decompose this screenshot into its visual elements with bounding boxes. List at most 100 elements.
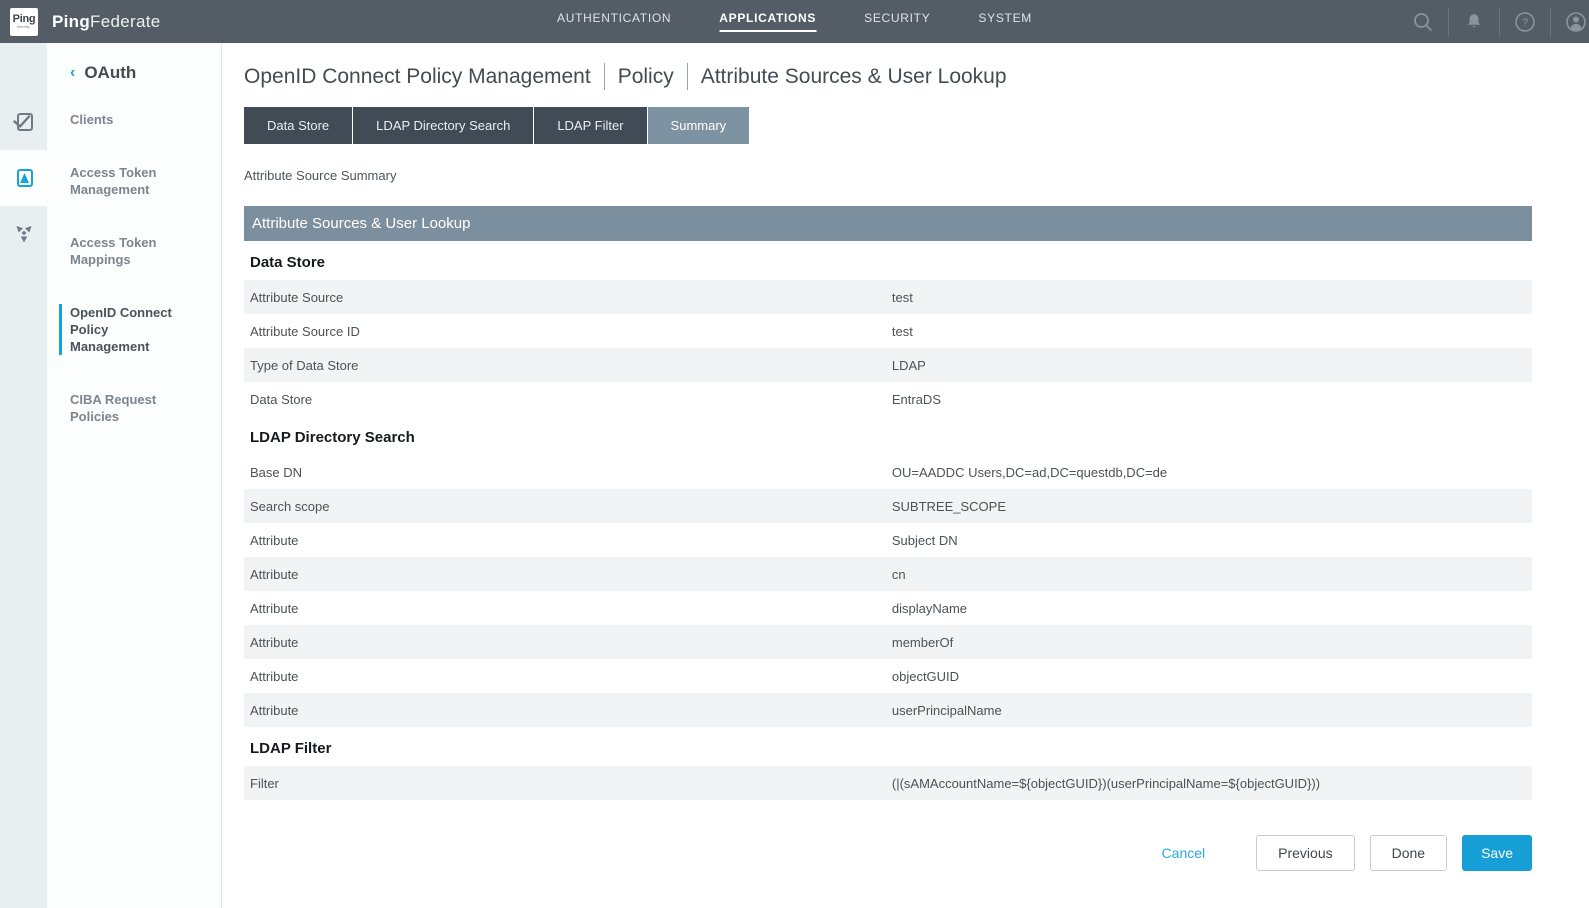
row-value: objectGUID [892, 669, 1532, 684]
sidebar-item-ciba-request-policies[interactable]: CIBA Request Policies [70, 391, 192, 425]
sidebar: ‹ OAuth Clients Access Token Management … [47, 43, 222, 908]
breadcrumb-policy: Policy [618, 65, 674, 89]
row-value: displayName [892, 601, 1532, 616]
summary-row: Attribute displayName [244, 591, 1532, 625]
section-rows: Filter (|(sAMAccountName=${objectGUID})(… [244, 766, 1532, 800]
user-account-icon[interactable] [1563, 9, 1589, 35]
pen-square-icon[interactable] [0, 150, 47, 206]
page-title: OpenID Connect Policy Management Policy … [244, 63, 1532, 90]
nav-system[interactable]: SYSTEM [978, 11, 1032, 32]
tab-ldap-directory-search[interactable]: LDAP Directory Search [353, 107, 533, 144]
check-square-icon[interactable] [0, 94, 47, 150]
row-label: Attribute Source [244, 290, 892, 305]
row-value: SUBTREE_SCOPE [892, 499, 1532, 514]
row-value: test [892, 290, 1532, 305]
summary-row: Data Store EntraDS [244, 382, 1532, 416]
main-nav: AUTHENTICATION APPLICATIONS SECURITY SYS… [557, 0, 1032, 43]
ping-identity-logo: Ping Identity. [10, 8, 38, 36]
summary-row: Filter (|(sAMAccountName=${objectGUID})(… [244, 766, 1532, 800]
sidebar-menu: Clients Access Token Management Access T… [70, 111, 221, 425]
app-title: PingFederate [52, 12, 160, 32]
nav-applications[interactable]: APPLICATIONS [719, 11, 816, 32]
summary-section: LDAP Filter Filter (|(sAMAccountName=${o… [244, 740, 1532, 800]
row-label: Data Store [244, 392, 892, 407]
sidebar-item-access-token-management[interactable]: Access Token Management [70, 164, 192, 198]
tab-ldap-filter[interactable]: LDAP Filter [534, 107, 646, 144]
nav-authentication[interactable]: AUTHENTICATION [557, 11, 671, 32]
summary-caption: Attribute Source Summary [244, 168, 1532, 183]
sidebar-item-clients[interactable]: Clients [70, 111, 192, 128]
summary-row: Attribute Subject DN [244, 523, 1532, 557]
sidebar-item-openid-connect-policy-management[interactable]: OpenID Connect Policy Management [59, 304, 181, 355]
sidebar-item-access-token-mappings[interactable]: Access Token Mappings [70, 234, 192, 268]
main-content: OpenID Connect Policy Management Policy … [222, 43, 1589, 908]
row-label: Attribute Source ID [244, 324, 892, 339]
breadcrumb-root: OpenID Connect Policy Management [244, 65, 591, 89]
wizard-tabs: Data Store LDAP Directory Search LDAP Fi… [244, 107, 1532, 144]
sidebar-icon-rail [0, 43, 47, 908]
divider [1550, 7, 1551, 37]
sidebar-section-title: OAuth [84, 63, 136, 83]
section-rows: Base DN OU=AADDC Users,DC=ad,DC=questdb,… [244, 455, 1532, 727]
row-label: Attribute [244, 601, 892, 616]
logo-subtext: Identity. [17, 25, 31, 29]
tab-summary[interactable]: Summary [648, 107, 750, 144]
row-value: userPrincipalName [892, 703, 1532, 718]
section-heading: LDAP Directory Search [250, 429, 1532, 446]
row-value: (|(sAMAccountName=${objectGUID})(userPri… [892, 776, 1532, 791]
row-value: test [892, 324, 1532, 339]
breadcrumb-separator [604, 63, 605, 90]
previous-button[interactable]: Previous [1256, 835, 1354, 871]
svg-text:?: ? [1522, 17, 1528, 29]
summary-sections: Data Store Attribute Source test Attribu… [244, 254, 1532, 800]
row-label: Search scope [244, 499, 892, 514]
section-heading: LDAP Filter [250, 740, 1532, 757]
row-label: Filter [244, 776, 892, 791]
notifications-bell-icon[interactable] [1461, 9, 1487, 35]
summary-row: Attribute memberOf [244, 625, 1532, 659]
divider [1499, 7, 1500, 37]
section-rows: Attribute Source test Attribute Source I… [244, 280, 1532, 416]
sidebar-back-oauth[interactable]: ‹ OAuth [70, 63, 221, 83]
row-label: Attribute [244, 533, 892, 548]
search-icon[interactable] [1410, 9, 1436, 35]
row-value: LDAP [892, 358, 1532, 373]
row-value: cn [892, 567, 1532, 582]
section-heading: Data Store [250, 254, 1532, 271]
nav-security[interactable]: SECURITY [864, 11, 930, 32]
row-value: OU=AADDC Users,DC=ad,DC=questdb,DC=de [892, 465, 1532, 480]
row-label: Base DN [244, 465, 892, 480]
row-label: Type of Data Store [244, 358, 892, 373]
row-value: Subject DN [892, 533, 1532, 548]
done-button[interactable]: Done [1370, 835, 1447, 871]
tab-data-store[interactable]: Data Store [244, 107, 352, 144]
logo-text: Ping [13, 14, 36, 25]
summary-section: Data Store Attribute Source test Attribu… [244, 254, 1532, 416]
summary-row: Attribute Source ID test [244, 314, 1532, 348]
app-title-light: Federate [90, 12, 160, 31]
row-value: memberOf [892, 635, 1532, 650]
summary-section: LDAP Directory Search Base DN OU=AADDC U… [244, 429, 1532, 727]
summary-row: Attribute userPrincipalName [244, 693, 1532, 727]
divider [1448, 7, 1449, 37]
breadcrumb-current: Attribute Sources & User Lookup [701, 65, 1007, 89]
converge-arrows-icon[interactable] [0, 206, 47, 262]
summary-row: Base DN OU=AADDC Users,DC=ad,DC=questdb,… [244, 455, 1532, 489]
summary-row: Attribute Source test [244, 280, 1532, 314]
cancel-button[interactable]: Cancel [1162, 845, 1206, 861]
footer-actions: Cancel Previous Done Save [244, 835, 1532, 871]
row-label: Attribute [244, 669, 892, 684]
summary-row: Type of Data Store LDAP [244, 348, 1532, 382]
topbar-utilities: ? [1398, 7, 1589, 37]
help-icon[interactable]: ? [1512, 9, 1538, 35]
chevron-left-icon: ‹ [70, 64, 75, 82]
row-label: Attribute [244, 635, 892, 650]
summary-row: Search scope SUBTREE_SCOPE [244, 489, 1532, 523]
breadcrumb-separator [687, 63, 688, 90]
row-label: Attribute [244, 703, 892, 718]
app-shell: ‹ OAuth Clients Access Token Management … [0, 43, 1589, 908]
app-title-bold: Ping [52, 12, 90, 31]
row-label: Attribute [244, 567, 892, 582]
summary-row: Attribute objectGUID [244, 659, 1532, 693]
save-button[interactable]: Save [1462, 835, 1532, 871]
